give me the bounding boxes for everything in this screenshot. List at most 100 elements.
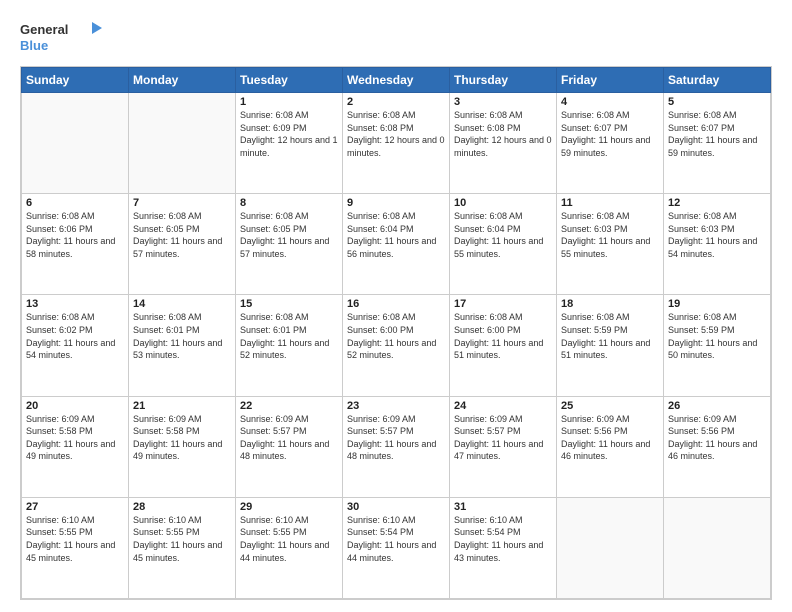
day-number: 20 xyxy=(26,400,124,412)
header: General Blue xyxy=(20,18,772,56)
calendar-cell: 13Sunrise: 6:08 AMSunset: 6:02 PMDayligh… xyxy=(22,295,129,396)
logo-svg: General Blue xyxy=(20,18,110,56)
day-number: 15 xyxy=(240,298,338,310)
day-number: 17 xyxy=(454,298,552,310)
calendar-cell: 20Sunrise: 6:09 AMSunset: 5:58 PMDayligh… xyxy=(22,396,129,497)
day-number: 23 xyxy=(347,400,445,412)
calendar-cell: 3Sunrise: 6:08 AMSunset: 6:08 PMDaylight… xyxy=(450,93,557,194)
calendar-week-row: 13Sunrise: 6:08 AMSunset: 6:02 PMDayligh… xyxy=(22,295,771,396)
calendar-cell: 28Sunrise: 6:10 AMSunset: 5:55 PMDayligh… xyxy=(129,497,236,598)
calendar-cell: 1Sunrise: 6:08 AMSunset: 6:09 PMDaylight… xyxy=(236,93,343,194)
day-number: 10 xyxy=(454,197,552,209)
calendar-cell: 12Sunrise: 6:08 AMSunset: 6:03 PMDayligh… xyxy=(664,194,771,295)
calendar-cell xyxy=(129,93,236,194)
day-info: Sunrise: 6:09 AMSunset: 5:57 PMDaylight:… xyxy=(240,413,338,463)
day-info: Sunrise: 6:10 AMSunset: 5:55 PMDaylight:… xyxy=(26,514,124,564)
calendar-cell: 19Sunrise: 6:08 AMSunset: 5:59 PMDayligh… xyxy=(664,295,771,396)
calendar-cell: 2Sunrise: 6:08 AMSunset: 6:08 PMDaylight… xyxy=(343,93,450,194)
day-number: 11 xyxy=(561,197,659,209)
calendar-cell: 21Sunrise: 6:09 AMSunset: 5:58 PMDayligh… xyxy=(129,396,236,497)
calendar-cell: 8Sunrise: 6:08 AMSunset: 6:05 PMDaylight… xyxy=(236,194,343,295)
calendar-cell: 25Sunrise: 6:09 AMSunset: 5:56 PMDayligh… xyxy=(557,396,664,497)
svg-text:Blue: Blue xyxy=(20,38,48,53)
calendar-week-row: 1Sunrise: 6:08 AMSunset: 6:09 PMDaylight… xyxy=(22,93,771,194)
day-number: 26 xyxy=(668,400,766,412)
day-info: Sunrise: 6:08 AMSunset: 6:01 PMDaylight:… xyxy=(133,311,231,361)
calendar-cell: 31Sunrise: 6:10 AMSunset: 5:54 PMDayligh… xyxy=(450,497,557,598)
calendar-table: SundayMondayTuesdayWednesdayThursdayFrid… xyxy=(21,67,771,599)
day-info: Sunrise: 6:08 AMSunset: 6:00 PMDaylight:… xyxy=(347,311,445,361)
calendar-cell: 23Sunrise: 6:09 AMSunset: 5:57 PMDayligh… xyxy=(343,396,450,497)
day-info: Sunrise: 6:10 AMSunset: 5:54 PMDaylight:… xyxy=(454,514,552,564)
day-info: Sunrise: 6:10 AMSunset: 5:55 PMDaylight:… xyxy=(240,514,338,564)
day-number: 24 xyxy=(454,400,552,412)
day-number: 7 xyxy=(133,197,231,209)
day-number: 14 xyxy=(133,298,231,310)
day-number: 27 xyxy=(26,501,124,513)
calendar-cell: 9Sunrise: 6:08 AMSunset: 6:04 PMDaylight… xyxy=(343,194,450,295)
day-info: Sunrise: 6:08 AMSunset: 6:03 PMDaylight:… xyxy=(668,210,766,260)
weekday-header: Thursday xyxy=(450,68,557,93)
day-info: Sunrise: 6:08 AMSunset: 6:06 PMDaylight:… xyxy=(26,210,124,260)
calendar-week-row: 27Sunrise: 6:10 AMSunset: 5:55 PMDayligh… xyxy=(22,497,771,598)
day-number: 28 xyxy=(133,501,231,513)
day-info: Sunrise: 6:10 AMSunset: 5:54 PMDaylight:… xyxy=(347,514,445,564)
day-info: Sunrise: 6:08 AMSunset: 6:04 PMDaylight:… xyxy=(347,210,445,260)
day-number: 31 xyxy=(454,501,552,513)
day-number: 4 xyxy=(561,96,659,108)
day-number: 2 xyxy=(347,96,445,108)
day-number: 8 xyxy=(240,197,338,209)
day-number: 9 xyxy=(347,197,445,209)
weekday-row: SundayMondayTuesdayWednesdayThursdayFrid… xyxy=(22,68,771,93)
day-number: 3 xyxy=(454,96,552,108)
day-info: Sunrise: 6:08 AMSunset: 6:03 PMDaylight:… xyxy=(561,210,659,260)
calendar-cell xyxy=(557,497,664,598)
day-number: 22 xyxy=(240,400,338,412)
calendar: SundayMondayTuesdayWednesdayThursdayFrid… xyxy=(20,66,772,600)
weekday-header: Saturday xyxy=(664,68,771,93)
day-info: Sunrise: 6:09 AMSunset: 5:57 PMDaylight:… xyxy=(347,413,445,463)
day-number: 16 xyxy=(347,298,445,310)
day-number: 21 xyxy=(133,400,231,412)
calendar-cell: 4Sunrise: 6:08 AMSunset: 6:07 PMDaylight… xyxy=(557,93,664,194)
day-info: Sunrise: 6:08 AMSunset: 6:05 PMDaylight:… xyxy=(133,210,231,260)
day-info: Sunrise: 6:09 AMSunset: 5:57 PMDaylight:… xyxy=(454,413,552,463)
day-info: Sunrise: 6:08 AMSunset: 6:08 PMDaylight:… xyxy=(454,109,552,159)
calendar-cell: 18Sunrise: 6:08 AMSunset: 5:59 PMDayligh… xyxy=(557,295,664,396)
day-info: Sunrise: 6:08 AMSunset: 6:02 PMDaylight:… xyxy=(26,311,124,361)
weekday-header: Wednesday xyxy=(343,68,450,93)
day-number: 19 xyxy=(668,298,766,310)
page: General Blue SundayMondayTuesdayWednesda… xyxy=(0,0,792,612)
logo: General Blue xyxy=(20,18,110,56)
calendar-cell: 5Sunrise: 6:08 AMSunset: 6:07 PMDaylight… xyxy=(664,93,771,194)
day-info: Sunrise: 6:08 AMSunset: 6:04 PMDaylight:… xyxy=(454,210,552,260)
day-number: 13 xyxy=(26,298,124,310)
day-number: 18 xyxy=(561,298,659,310)
calendar-header: SundayMondayTuesdayWednesdayThursdayFrid… xyxy=(22,68,771,93)
svg-text:General: General xyxy=(20,22,68,37)
calendar-cell: 26Sunrise: 6:09 AMSunset: 5:56 PMDayligh… xyxy=(664,396,771,497)
calendar-cell: 6Sunrise: 6:08 AMSunset: 6:06 PMDaylight… xyxy=(22,194,129,295)
day-number: 30 xyxy=(347,501,445,513)
weekday-header: Sunday xyxy=(22,68,129,93)
calendar-cell: 30Sunrise: 6:10 AMSunset: 5:54 PMDayligh… xyxy=(343,497,450,598)
calendar-cell: 7Sunrise: 6:08 AMSunset: 6:05 PMDaylight… xyxy=(129,194,236,295)
day-info: Sunrise: 6:08 AMSunset: 5:59 PMDaylight:… xyxy=(668,311,766,361)
day-info: Sunrise: 6:09 AMSunset: 5:56 PMDaylight:… xyxy=(561,413,659,463)
day-info: Sunrise: 6:08 AMSunset: 6:07 PMDaylight:… xyxy=(668,109,766,159)
day-info: Sunrise: 6:10 AMSunset: 5:55 PMDaylight:… xyxy=(133,514,231,564)
calendar-cell xyxy=(22,93,129,194)
calendar-week-row: 6Sunrise: 6:08 AMSunset: 6:06 PMDaylight… xyxy=(22,194,771,295)
day-number: 25 xyxy=(561,400,659,412)
day-number: 6 xyxy=(26,197,124,209)
calendar-week-row: 20Sunrise: 6:09 AMSunset: 5:58 PMDayligh… xyxy=(22,396,771,497)
day-number: 12 xyxy=(668,197,766,209)
calendar-cell: 15Sunrise: 6:08 AMSunset: 6:01 PMDayligh… xyxy=(236,295,343,396)
calendar-cell: 17Sunrise: 6:08 AMSunset: 6:00 PMDayligh… xyxy=(450,295,557,396)
calendar-cell xyxy=(664,497,771,598)
day-number: 1 xyxy=(240,96,338,108)
day-info: Sunrise: 6:09 AMSunset: 5:56 PMDaylight:… xyxy=(668,413,766,463)
day-info: Sunrise: 6:08 AMSunset: 6:07 PMDaylight:… xyxy=(561,109,659,159)
weekday-header: Tuesday xyxy=(236,68,343,93)
calendar-cell: 22Sunrise: 6:09 AMSunset: 5:57 PMDayligh… xyxy=(236,396,343,497)
